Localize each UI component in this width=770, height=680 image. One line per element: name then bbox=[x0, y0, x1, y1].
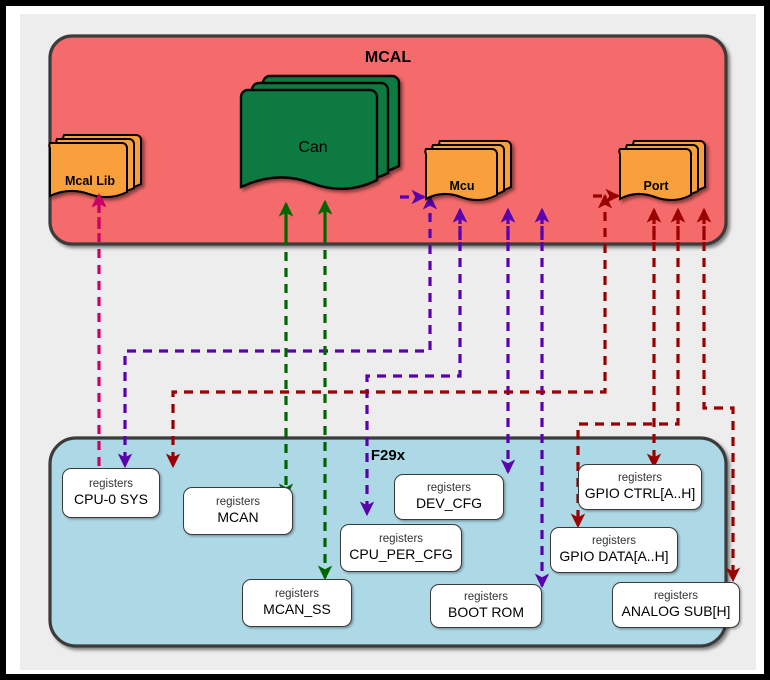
register-kind: registers bbox=[426, 481, 472, 494]
register-kind: registers bbox=[274, 587, 320, 600]
register-box-cpu-per-cfg[interactable]: registers CPU_PER_CFG bbox=[340, 524, 462, 572]
register-box-mcan-ss[interactable]: registers MCAN_SS bbox=[242, 579, 352, 627]
register-box-dev-cfg[interactable]: registers DEV_CFG bbox=[394, 474, 504, 520]
register-name: BOOT ROM bbox=[448, 604, 524, 621]
register-box-gpio-data[interactable]: registers GPIO DATA[A..H] bbox=[550, 527, 678, 573]
register-kind: registers bbox=[215, 495, 261, 508]
module-can[interactable] bbox=[239, 74, 401, 191]
register-name: MCAN_SS bbox=[263, 601, 331, 618]
register-name: CPU-0 SYS bbox=[74, 491, 148, 508]
diagram-frame: MCAL F29x Mcal Lib Can Mcu Port register… bbox=[0, 0, 770, 680]
f29x-title: F29x bbox=[370, 447, 406, 464]
register-box-cpu0-sys[interactable]: registers CPU-0 SYS bbox=[62, 468, 160, 518]
module-label-mcu: Mcu bbox=[449, 179, 475, 193]
register-kind: registers bbox=[463, 590, 509, 603]
register-name: GPIO DATA[A..H] bbox=[559, 548, 669, 565]
register-box-analog-sub[interactable]: registers ANALOG SUB[H] bbox=[612, 582, 740, 628]
register-kind: registers bbox=[617, 471, 663, 484]
register-box-boot-rom[interactable]: registers BOOT ROM bbox=[430, 584, 542, 628]
register-kind: registers bbox=[591, 534, 637, 547]
register-name: MCAN bbox=[217, 509, 259, 526]
register-box-mcan[interactable]: registers MCAN bbox=[183, 487, 293, 535]
register-name: DEV_CFG bbox=[415, 495, 483, 512]
module-label-mcal-lib: Mcal Lib bbox=[64, 174, 115, 188]
register-kind: registers bbox=[378, 532, 424, 545]
register-name: ANALOG SUB[H] bbox=[621, 603, 731, 620]
module-label-can: Can bbox=[298, 139, 328, 156]
register-kind: registers bbox=[653, 589, 699, 602]
register-box-gpio-ctrl[interactable]: registers GPIO CTRL[A..H] bbox=[578, 464, 702, 510]
module-label-port: Port bbox=[643, 179, 669, 193]
diagram-canvas: MCAL F29x Mcal Lib Can Mcu Port register… bbox=[20, 14, 756, 670]
register-name: CPU_PER_CFG bbox=[349, 546, 453, 563]
register-name: GPIO CTRL[A..H] bbox=[584, 485, 696, 502]
mcal-title: MCAL bbox=[364, 49, 412, 66]
register-kind: registers bbox=[88, 477, 134, 490]
